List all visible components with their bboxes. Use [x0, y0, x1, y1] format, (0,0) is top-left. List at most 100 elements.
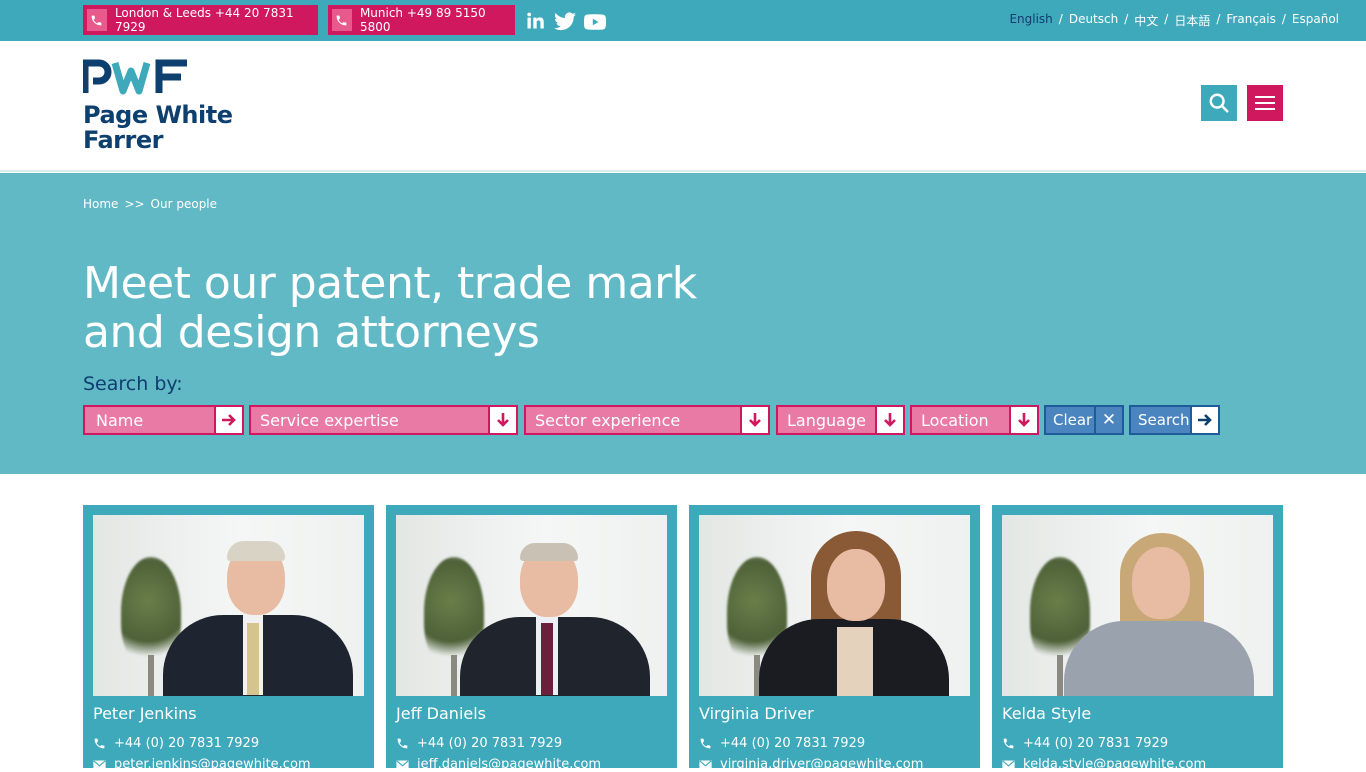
search-icon	[1209, 93, 1229, 113]
phone-icon	[87, 9, 107, 31]
language-label: Language	[787, 410, 866, 430]
person-card[interactable]: Jeff Daniels +44 (0) 20 7831 7929 jeff.d…	[386, 505, 677, 772]
location-select[interactable]: Location	[910, 405, 1039, 435]
arrow-down-icon	[1009, 407, 1037, 433]
plant-stem	[1057, 655, 1063, 696]
menu-button[interactable]	[1247, 85, 1283, 121]
name-input[interactable]: Name	[83, 405, 244, 435]
person-name[interactable]: Kelda Style	[1002, 704, 1091, 723]
breadcrumb-home[interactable]: Home	[83, 197, 118, 211]
person-email-address: jeff.daniels@pagewhite.com	[417, 757, 602, 772]
person-photo	[93, 515, 364, 696]
header-search-button[interactable]	[1201, 85, 1237, 121]
person-email[interactable]: virginia.driver@pagewhite.com	[699, 757, 923, 772]
logo[interactable]: Page White Farrer	[81, 59, 233, 153]
lang-deutsch[interactable]: Deutsch	[1069, 12, 1118, 29]
person-card[interactable]: Peter Jenkins +44 (0) 20 7831 7929 peter…	[83, 505, 374, 772]
lang-separator: /	[1216, 12, 1221, 26]
person-body	[1064, 621, 1254, 696]
phone-london-button[interactable]: London & Leeds +44 20 7831 7929	[83, 5, 318, 35]
hero-section: Home >> Our people Meet our patent, trad…	[0, 173, 1366, 474]
arrow-down-icon	[875, 407, 903, 433]
tie	[541, 623, 553, 695]
person-name[interactable]: Peter Jenkins	[93, 704, 197, 723]
sector-experience-select[interactable]: Sector experience	[524, 405, 770, 435]
person-photo	[699, 515, 970, 696]
sector-experience-label: Sector experience	[535, 410, 681, 430]
person-phone[interactable]: +44 (0) 20 7831 7929	[699, 736, 865, 751]
search-label: Search	[1138, 411, 1190, 429]
person-email[interactable]: kelda.style@pagewhite.com	[1002, 757, 1206, 772]
phone-icon	[94, 738, 105, 749]
logo-mark	[81, 59, 187, 95]
title-line1: Meet our patent, trade mark	[83, 258, 697, 309]
plant-stem	[148, 655, 154, 696]
linkedin-icon[interactable]	[525, 11, 545, 31]
lang-english[interactable]: English	[1009, 12, 1052, 29]
phone-icon	[332, 9, 352, 31]
phone-munich-button[interactable]: Munich +49 89 5150 5800	[328, 5, 515, 35]
person-card[interactable]: Virginia Driver +44 (0) 20 7831 7929 vir…	[689, 505, 980, 772]
person-email[interactable]: peter.jenkins@pagewhite.com	[93, 757, 311, 772]
hair	[520, 543, 578, 561]
lang-separator: /	[1058, 12, 1063, 26]
person-photo	[396, 515, 667, 696]
arrow-right-icon[interactable]	[214, 407, 242, 433]
logo-text: Page White Farrer	[83, 103, 233, 153]
phone-london-label: London & Leeds +44 20 7831 7929	[114, 6, 294, 34]
search-button[interactable]: Search	[1129, 405, 1220, 435]
person-phone-number: +44 (0) 20 7831 7929	[1023, 736, 1169, 751]
person-card[interactable]: Kelda Style +44 (0) 20 7831 7929 kelda.s…	[992, 505, 1283, 772]
breadcrumb-separator: >>	[124, 197, 145, 211]
logo-line2: Farrer	[83, 126, 163, 154]
menu-icon	[1255, 102, 1275, 104]
breadcrumb: Home >> Our people	[83, 197, 217, 211]
person-phone-number: +44 (0) 20 7831 7929	[417, 736, 563, 751]
menu-icon	[1255, 96, 1275, 98]
page-title: Meet our patent, trade mark and design a…	[83, 259, 783, 357]
person-email[interactable]: jeff.daniels@pagewhite.com	[396, 757, 601, 772]
language-switcher: English / Deutsch / 中文 / 日本語 / Français …	[1009, 12, 1339, 29]
logo-line1: Page White	[83, 101, 233, 129]
language-select[interactable]: Language	[776, 405, 905, 435]
person-phone[interactable]: +44 (0) 20 7831 7929	[396, 736, 562, 751]
person-email-address: kelda.style@pagewhite.com	[1023, 757, 1207, 772]
lang-francais[interactable]: Français	[1226, 12, 1275, 29]
phone-munich-label: Munich +49 89 5150 5800	[359, 6, 486, 34]
youtube-icon[interactable]	[584, 11, 606, 33]
lang-japanese[interactable]: 日本語	[1174, 12, 1210, 29]
site-header: Page White Farrer	[0, 41, 1366, 172]
phone-icon	[397, 738, 408, 749]
person-phone-number: +44 (0) 20 7831 7929	[720, 736, 866, 751]
search-by-label: Search by:	[83, 373, 183, 395]
name-input-placeholder: Name	[96, 410, 144, 430]
phone-icon	[1003, 738, 1014, 749]
person-name[interactable]: Virginia Driver	[699, 704, 814, 723]
service-expertise-select[interactable]: Service expertise	[249, 405, 518, 435]
hair	[227, 541, 285, 561]
menu-icon	[1255, 108, 1275, 110]
person-phone[interactable]: +44 (0) 20 7831 7929	[93, 736, 259, 751]
lang-espanol[interactable]: Español	[1292, 12, 1339, 29]
tie	[247, 623, 259, 695]
person-head	[827, 549, 885, 621]
close-icon: ✕	[1094, 407, 1122, 433]
person-name[interactable]: Jeff Daniels	[396, 704, 486, 723]
email-icon	[1002, 760, 1015, 769]
arrow-down-icon	[740, 407, 768, 433]
person-phone[interactable]: +44 (0) 20 7831 7929	[1002, 736, 1168, 751]
title-line2: and design attorneys	[83, 307, 540, 358]
top-bar: London & Leeds +44 20 7831 7929 Munich +…	[0, 0, 1366, 41]
lang-chinese[interactable]: 中文	[1134, 12, 1158, 29]
location-label: Location	[921, 410, 989, 430]
plant-stem	[451, 655, 457, 696]
clear-button[interactable]: Clear ✕	[1044, 405, 1124, 435]
person-phone-number: +44 (0) 20 7831 7929	[114, 736, 260, 751]
breadcrumb-current: Our people	[150, 197, 218, 211]
twitter-icon[interactable]	[554, 11, 576, 31]
person-head	[1132, 547, 1190, 619]
lang-separator: /	[1281, 12, 1286, 26]
email-icon	[699, 760, 712, 769]
person-email-address: peter.jenkins@pagewhite.com	[114, 757, 311, 772]
shirt	[837, 627, 873, 696]
